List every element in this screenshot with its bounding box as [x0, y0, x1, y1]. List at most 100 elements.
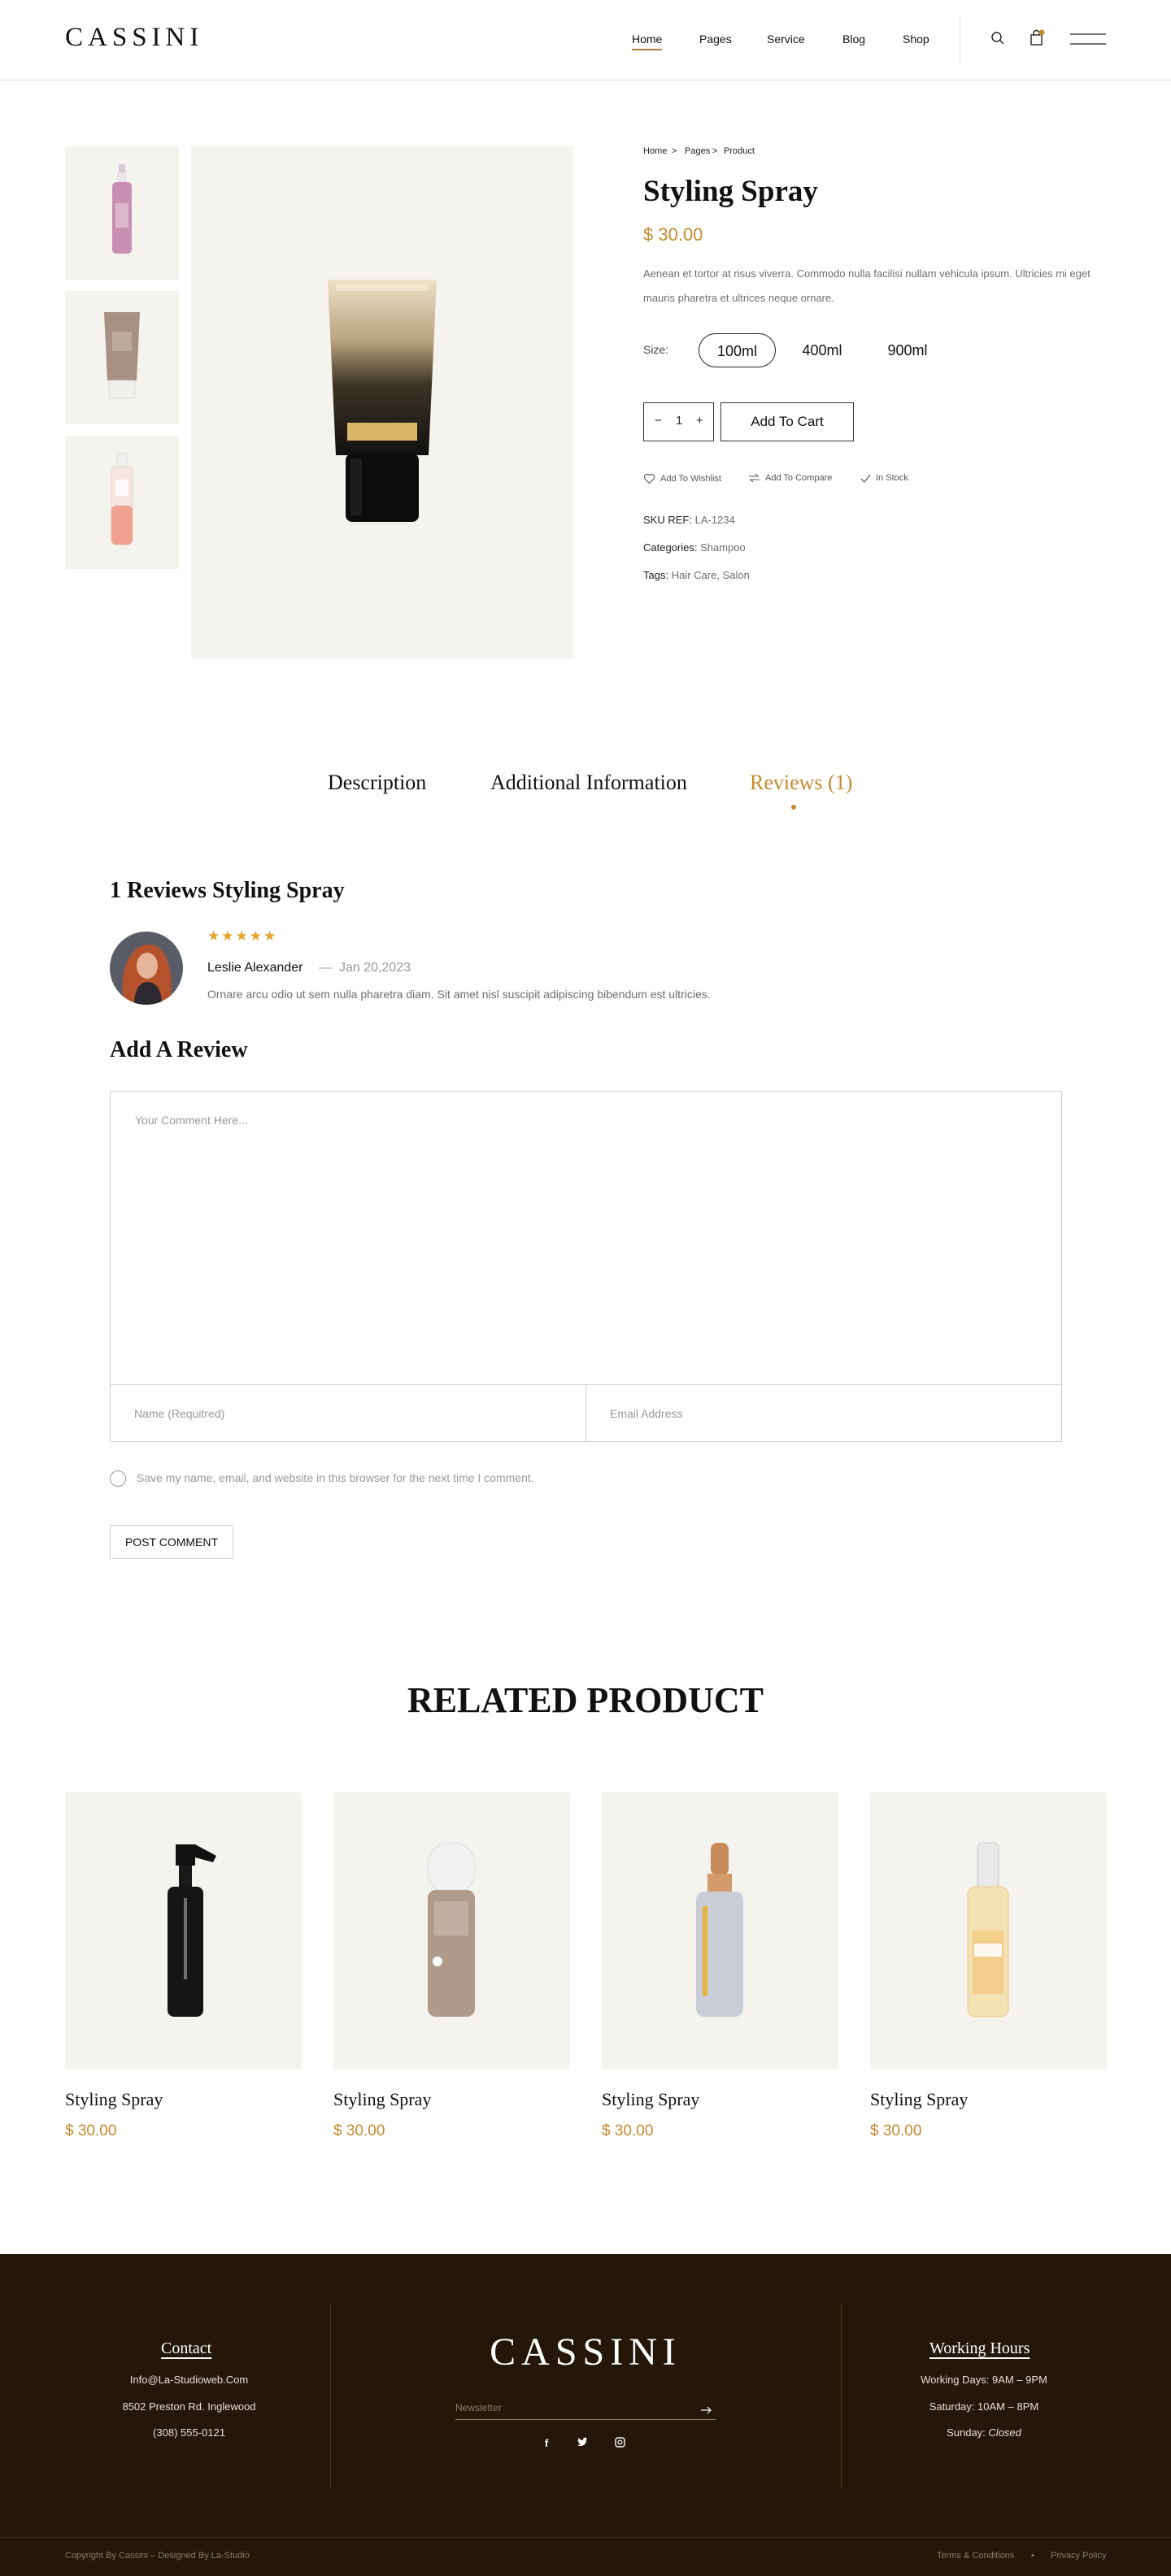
breadcrumb-separator: > — [712, 146, 718, 156]
size-option-400ml[interactable]: 400ml — [787, 333, 857, 367]
quantity-stepper: − 1 + — [643, 402, 714, 441]
coral-spray-bottle-icon — [111, 453, 133, 545]
site-header: CASSINI Home Pages Service Blog Shop — [0, 0, 1171, 80]
copyright: Copyright By Cassini – Designed By La-St… — [65, 2551, 250, 2561]
related-product-price-4: $ 30.00 — [870, 2122, 922, 2139]
save-info-checkbox[interactable] — [110, 1470, 126, 1487]
silver-dropper-bottle-icon — [696, 1843, 743, 2017]
product-main-image[interactable] — [191, 146, 573, 658]
nav-home[interactable]: Home — [632, 33, 663, 50]
thumbnail-pink-serum[interactable] — [65, 146, 179, 280]
reviewer-avatar-icon — [110, 932, 183, 1005]
breadcrumb-pages[interactable]: Pages — [685, 146, 710, 156]
name-field[interactable] — [110, 1384, 586, 1442]
add-to-compare-label: Add To Compare — [765, 473, 833, 483]
qty-value[interactable]: 1 — [676, 414, 682, 428]
comment-textarea[interactable] — [110, 1091, 1062, 1385]
sku-value: LA-1234 — [694, 514, 735, 526]
reviewer-name: Leslie Alexander — [207, 961, 303, 975]
sunday-value: Closed — [988, 2426, 1021, 2439]
nav-pages[interactable]: Pages — [699, 33, 732, 46]
terms-link[interactable]: Terms & Conditions — [937, 2551, 1014, 2561]
contact-address: 8502 Preston Rd. Inglewood — [122, 2400, 256, 2413]
instagram-icon[interactable] — [612, 2437, 628, 2453]
add-to-wishlist-label: Add To Wishlist — [660, 474, 721, 484]
related-product-name-1[interactable]: Styling Spray — [65, 2089, 163, 2110]
sunday-label: Sunday: — [947, 2426, 986, 2439]
related-product-price-2: $ 30.00 — [333, 2122, 385, 2139]
rating-stars: ★★★★★ — [207, 928, 278, 945]
post-comment-button[interactable]: POST COMMENT — [110, 1525, 233, 1559]
site-logo[interactable]: CASSINI — [65, 23, 203, 53]
pink-serum-bottle-icon — [112, 164, 132, 254]
add-to-cart-button[interactable]: Add To Cart — [720, 402, 854, 441]
related-product-name-2[interactable]: Styling Spray — [333, 2089, 431, 2110]
review-date: Jan 20,2023 — [339, 961, 411, 975]
related-product-image-4[interactable] — [870, 1792, 1107, 2070]
nav-blog[interactable]: Blog — [842, 33, 865, 46]
heart-icon — [643, 473, 655, 484]
compare-icon — [749, 473, 760, 483]
thumbnail-coral-spray[interactable] — [65, 436, 179, 569]
related-product-name-3[interactable]: Styling Spray — [602, 2089, 699, 2110]
add-to-compare-link[interactable]: Add To Compare — [748, 473, 832, 483]
related-product-image-2[interactable] — [333, 1792, 570, 2070]
black-spray-bottle-icon — [168, 1844, 216, 2017]
footer-link-separator: • — [1031, 2551, 1034, 2561]
stock-status: In Stock — [860, 473, 908, 483]
sku-label: SKU REF: — [643, 514, 692, 526]
size-label: Size: — [643, 343, 669, 356]
facebook-icon[interactable]: f — [538, 2437, 555, 2453]
gold-oil-bottle-icon — [967, 1842, 1009, 2018]
tab-reviews[interactable]: Reviews (1) — [750, 771, 852, 795]
site-footer: Contact Info@La-Studioweb.Com 8502 Prest… — [0, 2254, 1171, 2576]
add-to-wishlist-link[interactable]: Add To Wishlist — [643, 473, 721, 484]
nav-service[interactable]: Service — [767, 33, 805, 46]
add-review-heading: Add A Review — [110, 1037, 248, 1062]
contact-phone[interactable]: (308) 555-0121 — [65, 2426, 313, 2439]
working-hours-heading: Working Hours — [929, 2339, 1030, 2357]
qty-increase-button[interactable]: + — [696, 414, 703, 428]
tab-additional-information[interactable]: Additional Information — [490, 771, 687, 795]
footer-bottom-divider — [0, 2537, 1171, 2538]
category-link[interactable]: Shampoo — [700, 541, 746, 554]
tags-links[interactable]: Hair Care, Salon — [672, 569, 750, 581]
taupe-spray-bottle-icon — [427, 1842, 476, 2017]
privacy-policy-link[interactable]: Privacy Policy — [1051, 2551, 1106, 2561]
breadcrumb-home[interactable]: Home — [643, 146, 667, 156]
search-icon[interactable] — [990, 31, 1005, 49]
product-title: Styling Spray — [643, 175, 818, 208]
taupe-cream-tube-icon — [104, 312, 140, 399]
contact-email[interactable]: Info@La-Studioweb.Com — [65, 2374, 313, 2386]
email-field[interactable] — [586, 1384, 1062, 1442]
check-icon — [860, 474, 871, 483]
sunday-hours: Sunday: Closed — [862, 2426, 1106, 2439]
product-price: $ 30.00 — [643, 224, 703, 245]
arrow-right-icon[interactable] — [701, 2402, 712, 2417]
twitter-icon[interactable] — [574, 2437, 590, 2453]
tab-description[interactable]: Description — [328, 771, 426, 795]
related-product-price-1: $ 30.00 — [65, 2122, 117, 2139]
qty-decrease-button[interactable]: − — [655, 414, 662, 428]
stock-status-label: In Stock — [876, 473, 908, 483]
menu-icon[interactable] — [1070, 33, 1106, 49]
related-product-price-3: $ 30.00 — [602, 2122, 654, 2139]
related-product-image-3[interactable] — [602, 1792, 838, 2070]
active-tab-indicator — [791, 805, 796, 810]
categories: Categories: Shampoo — [643, 541, 746, 554]
review-body: Ornare arcu odio ut sem nulla pharetra d… — [207, 988, 711, 1001]
related-product-name-4[interactable]: Styling Spray — [870, 2089, 968, 2110]
review-separator: — — [319, 961, 332, 975]
thumbnail-taupe-cream[interactable] — [65, 291, 179, 424]
related-products-heading: RELATED PRODUCT — [407, 1680, 764, 1720]
related-product-image-1[interactable] — [65, 1792, 302, 2070]
newsletter-input[interactable] — [455, 2396, 716, 2420]
size-option-900ml[interactable]: 900ml — [870, 333, 945, 367]
tags-label: Tags: — [643, 569, 669, 581]
size-option-100ml[interactable]: 100ml — [699, 333, 776, 367]
product-description: Aenean et tortor at risus viverra. Commo… — [643, 267, 1090, 304]
cart-icon[interactable] — [1030, 29, 1046, 50]
tags: Tags: Hair Care, Salon — [643, 569, 750, 581]
nav-shop[interactable]: Shop — [903, 33, 929, 46]
categories-label: Categories: — [643, 541, 698, 554]
